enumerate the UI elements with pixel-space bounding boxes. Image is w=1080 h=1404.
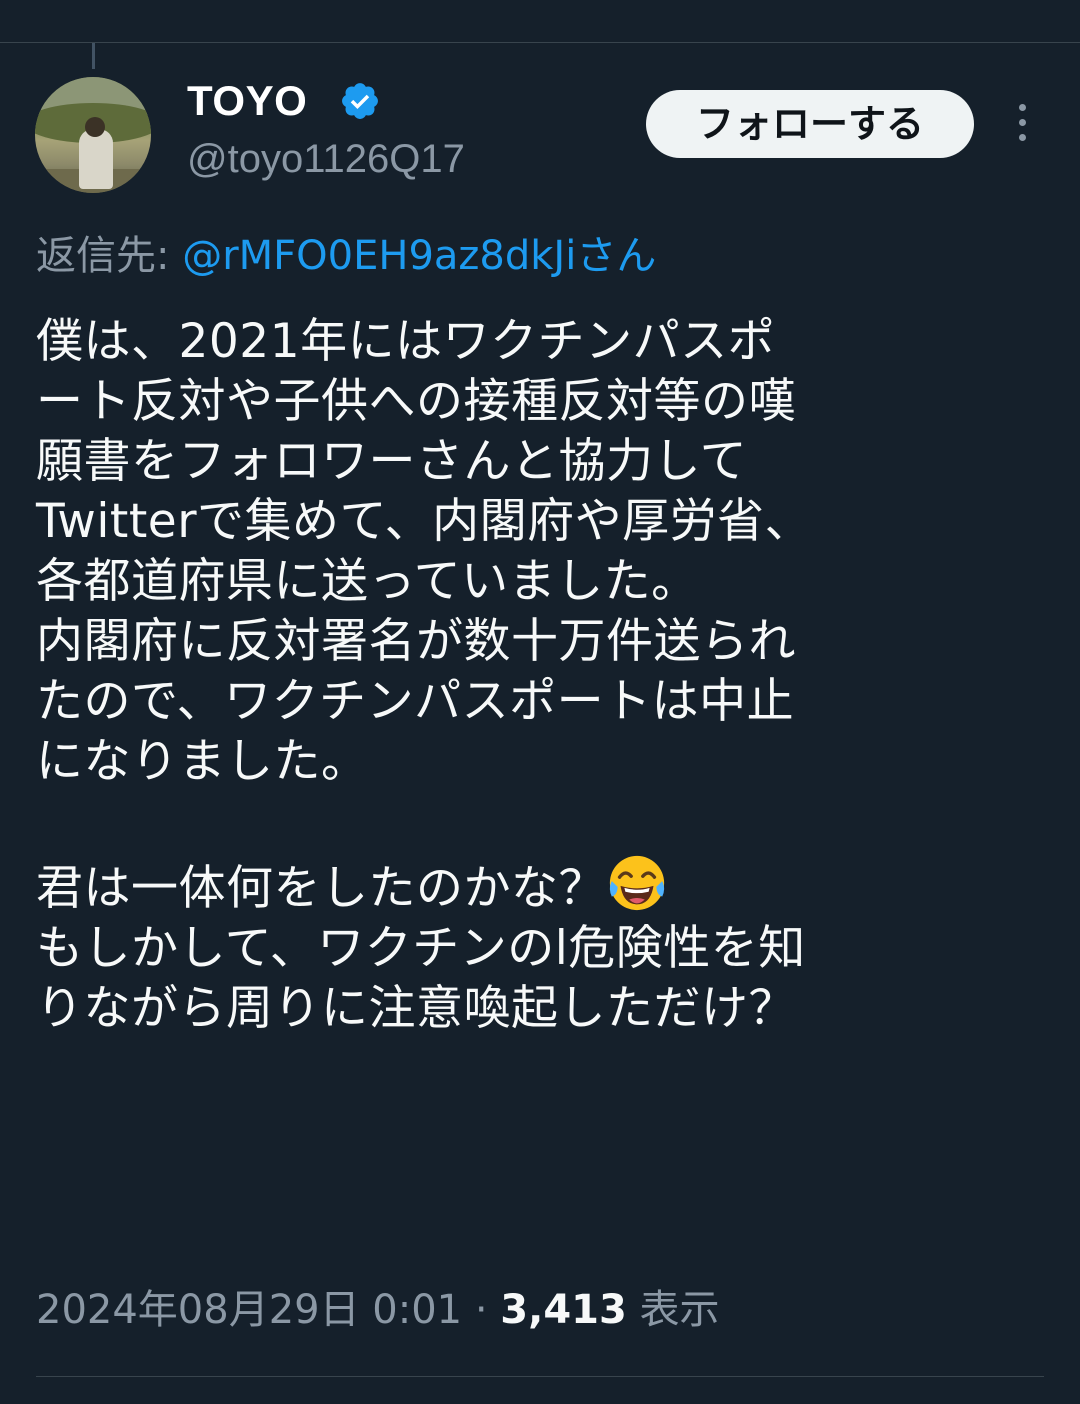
tweet-text-part1: 僕は、2021年にはワクチンパスポ ート反対や子供への接種反対等の嘆 願書をフォ… <box>36 314 813 916</box>
avatar-head <box>85 117 105 137</box>
meta-separator: · <box>462 1287 501 1333</box>
verified-badge-icon[interactable] <box>339 80 381 122</box>
more-dot <box>1018 134 1026 141</box>
views-label: 表示 <box>626 1287 720 1333</box>
tweet-text: 僕は、2021年にはワクチンパスポ ート反対や子供への接種反対等の嘆 願書をフォ… <box>36 312 1036 1039</box>
tweet-text-part2: もしかして、ワクチンのl危険性を知 りながら周りに注意喚起しただけ？ <box>36 921 806 1036</box>
author-handle[interactable]: @toyo1126Q17 <box>187 134 465 184</box>
face-with-tears-of-joy-icon <box>609 855 665 911</box>
follow-button[interactable]: フォローする <box>646 90 974 158</box>
views-count[interactable]: 3,413 <box>500 1287 627 1333</box>
tweet-meta: 2024年08月29日 0:01 · 3,413 表示 <box>36 1284 720 1336</box>
thread-connector-line <box>92 43 95 69</box>
more-dot <box>1018 119 1026 126</box>
author-display-name[interactable]: TOYO <box>187 76 307 126</box>
reply-to-user-link[interactable]: @rMFO0EH9az8dkJiさん <box>182 233 656 279</box>
reply-to-line: 返信先: @rMFO0EH9az8dkJiさん <box>36 230 656 282</box>
reply-to-prefix: 返信先: <box>36 233 183 279</box>
top-divider <box>0 42 1080 43</box>
bottom-divider <box>36 1376 1044 1377</box>
more-vertical-icon[interactable] <box>1010 104 1034 146</box>
tweet-timestamp[interactable]: 2024年08月29日 0:01 <box>36 1287 462 1333</box>
avatar[interactable] <box>35 77 151 193</box>
avatar-person <box>79 129 113 189</box>
more-dot <box>1018 104 1026 111</box>
